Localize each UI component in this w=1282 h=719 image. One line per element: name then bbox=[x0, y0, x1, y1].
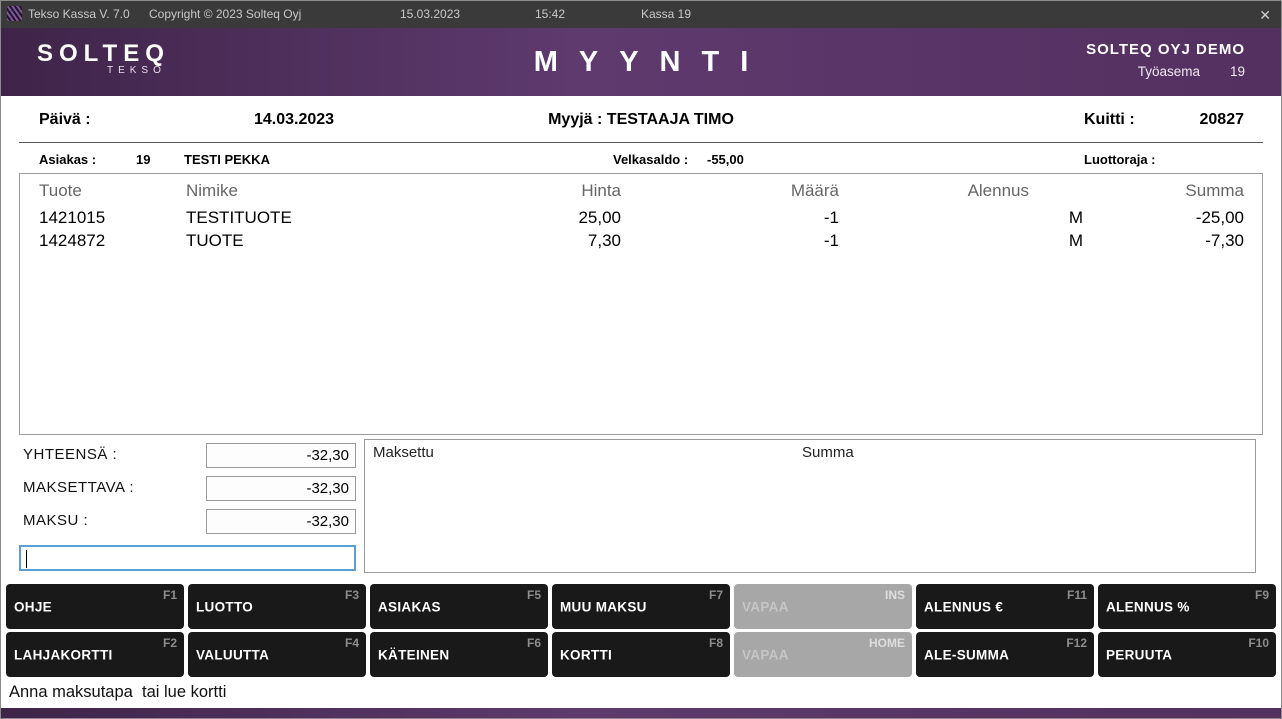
totals-area: YHTEENSÄ : -32,30 MAKSETTAVA : -32,30 MA… bbox=[1, 435, 1281, 584]
pos-window: Tekso Kassa V. 7.0 Copyright © 2023 Solt… bbox=[0, 0, 1282, 719]
cell-hinta: 7,30 bbox=[421, 229, 621, 252]
statusbar: Anna maksutapa tai lue kortti bbox=[1, 677, 1281, 708]
fkey-ohje[interactable]: OHJE F1 bbox=[6, 584, 184, 629]
payment-entry-input[interactable] bbox=[19, 545, 356, 571]
screen-title: MYYNTI bbox=[513, 46, 770, 79]
payment-value: -32,30 bbox=[206, 509, 356, 534]
cell-hinta: 25,00 bbox=[421, 206, 621, 229]
titlebar-date: 15.03.2023 bbox=[400, 7, 460, 21]
fkey-shortcut: F2 bbox=[163, 636, 177, 650]
fkey-lahjakortti[interactable]: LAHJAKORTTI F2 bbox=[6, 632, 184, 677]
fkey-muu-maksu[interactable]: MUU MAKSU F7 bbox=[552, 584, 730, 629]
text-caret bbox=[26, 550, 27, 568]
fkey-asiakas[interactable]: ASIAKAS F5 bbox=[370, 584, 548, 629]
fkey-shortcut: F5 bbox=[527, 588, 541, 602]
debt-label: Velkasaldo : bbox=[613, 152, 688, 167]
fkey-shortcut: F7 bbox=[709, 588, 723, 602]
credit-limit-label: Luottoraja : bbox=[1084, 152, 1156, 167]
fkey-kortti[interactable]: KORTTI F8 bbox=[552, 632, 730, 677]
fkey-shortcut: F10 bbox=[1248, 636, 1269, 650]
table-row[interactable]: 1424872 TUOTE 7,30 -1 M -7,30 bbox=[20, 229, 1262, 252]
fkey-kateinen[interactable]: KÄTEINEN F6 bbox=[370, 632, 548, 677]
fkey-alennus-pct[interactable]: ALENNUS % F9 bbox=[1098, 584, 1276, 629]
fkey-shortcut: F9 bbox=[1255, 588, 1269, 602]
debt-value: -55,00 bbox=[707, 152, 744, 167]
table-header-row: Tuote Nimike Hinta Määrä Alennus Summa bbox=[20, 179, 1262, 206]
payment-label: MAKSU : bbox=[23, 512, 88, 529]
customer-name: TESTI PEKKA bbox=[184, 152, 270, 167]
sale-info-row: Päivä : 14.03.2023 Myyjä : TESTAAJA TIMO… bbox=[1, 96, 1281, 142]
titlebar: Tekso Kassa V. 7.0 Copyright © 2023 Solt… bbox=[1, 1, 1281, 28]
titlebar-time: 15:42 bbox=[535, 7, 565, 21]
logo-main-text: SOLTEQ bbox=[37, 41, 170, 67]
fkey-shortcut: F6 bbox=[527, 636, 541, 650]
customer-info-row: Asiakas : 19 TESTI PEKKA Velkasaldo : -5… bbox=[1, 143, 1281, 173]
payable-label: MAKSETTAVA : bbox=[23, 479, 134, 496]
date-label: Päivä : bbox=[39, 111, 91, 129]
app-title: Tekso Kassa V. 7.0 bbox=[28, 7, 130, 21]
fkey-vapaa-home: VAPAA HOME bbox=[734, 632, 912, 677]
sum-column-header: Summa bbox=[802, 444, 854, 461]
copyright-text: Copyright © 2023 Solteq Oyj bbox=[149, 7, 301, 21]
seller-line: Myyjä : TESTAAJA TIMO bbox=[548, 111, 734, 129]
col-header-maara: Määrä bbox=[621, 179, 839, 206]
bottom-accent-strip bbox=[1, 708, 1281, 719]
fkey-shortcut: F12 bbox=[1066, 636, 1087, 650]
workstation-label: Työasema bbox=[1138, 64, 1200, 79]
fkey-shortcut: HOME bbox=[869, 636, 905, 650]
workstation-value: 19 bbox=[1230, 64, 1245, 79]
company-name: SOLTEQ OYJ DEMO bbox=[1086, 41, 1245, 58]
app-icon bbox=[7, 6, 22, 21]
titlebar-register: Kassa 19 bbox=[641, 7, 691, 21]
payable-value: -32,30 bbox=[206, 476, 356, 501]
total-label: YHTEENSÄ : bbox=[23, 446, 117, 463]
fkey-ale-summa[interactable]: ALE-SUMMA F12 bbox=[916, 632, 1094, 677]
customer-number: 19 bbox=[136, 152, 150, 167]
cell-tuote: 1424872 bbox=[20, 229, 186, 252]
col-header-alennus: Alennus bbox=[839, 179, 1083, 206]
customer-label: Asiakas : bbox=[39, 152, 96, 167]
cell-tuote: 1421015 bbox=[20, 206, 186, 229]
cell-alennus: M bbox=[839, 229, 1083, 252]
cell-nimike: TUOTE bbox=[186, 229, 421, 252]
fkey-alennus-eur[interactable]: ALENNUS € F11 bbox=[916, 584, 1094, 629]
fkey-luotto[interactable]: LUOTTO F3 bbox=[188, 584, 366, 629]
total-value: -32,30 bbox=[206, 443, 356, 468]
date-value: 14.03.2023 bbox=[254, 111, 334, 129]
header-right: SOLTEQ OYJ DEMO Työasema 19 bbox=[1086, 41, 1245, 79]
fkey-shortcut: F11 bbox=[1067, 588, 1087, 602]
cell-alennus: M bbox=[839, 206, 1083, 229]
fkey-shortcut: F1 bbox=[163, 588, 177, 602]
paid-column-header: Maksettu bbox=[373, 444, 434, 461]
col-header-summa: Summa bbox=[1083, 179, 1262, 206]
close-icon[interactable]: ✕ bbox=[1259, 7, 1271, 24]
cell-maara: -1 bbox=[621, 206, 839, 229]
fkey-shortcut: F8 bbox=[709, 636, 723, 650]
fkey-vapaa-ins: VAPAA INS bbox=[734, 584, 912, 629]
cell-summa: -7,30 bbox=[1083, 229, 1262, 252]
fkey-peruuta[interactable]: PERUUTA F10 bbox=[1098, 632, 1276, 677]
fkey-shortcut: INS bbox=[885, 588, 905, 602]
col-header-hinta: Hinta bbox=[421, 179, 621, 206]
items-table: Tuote Nimike Hinta Määrä Alennus Summa 1… bbox=[19, 173, 1263, 435]
col-header-nimike: Nimike bbox=[186, 179, 421, 206]
cell-summa: -25,00 bbox=[1083, 206, 1262, 229]
table-row[interactable]: 1421015 TESTITUOTE 25,00 -1 M -25,00 bbox=[20, 206, 1262, 229]
receipt-label: Kuitti : bbox=[1084, 111, 1135, 129]
app-header: SOLTEQ TEKSO MYYNTI SOLTEQ OYJ DEMO Työa… bbox=[1, 28, 1281, 96]
col-header-tuote: Tuote bbox=[20, 179, 186, 206]
fkey-shortcut: F3 bbox=[345, 588, 359, 602]
receipt-number: 20827 bbox=[1200, 111, 1245, 129]
payments-panel: Maksettu Summa bbox=[364, 439, 1256, 573]
fkey-shortcut: F4 bbox=[345, 636, 359, 650]
cell-nimike: TESTITUOTE bbox=[186, 206, 421, 229]
solteq-logo: SOLTEQ TEKSO bbox=[37, 41, 170, 76]
function-key-grid: OHJE F1 LUOTTO F3 ASIAKAS F5 MUU MAKSU F… bbox=[1, 584, 1281, 677]
status-message: Anna maksutapa tai lue kortti bbox=[9, 683, 226, 702]
fkey-valuutta[interactable]: VALUUTTA F4 bbox=[188, 632, 366, 677]
cell-maara: -1 bbox=[621, 229, 839, 252]
